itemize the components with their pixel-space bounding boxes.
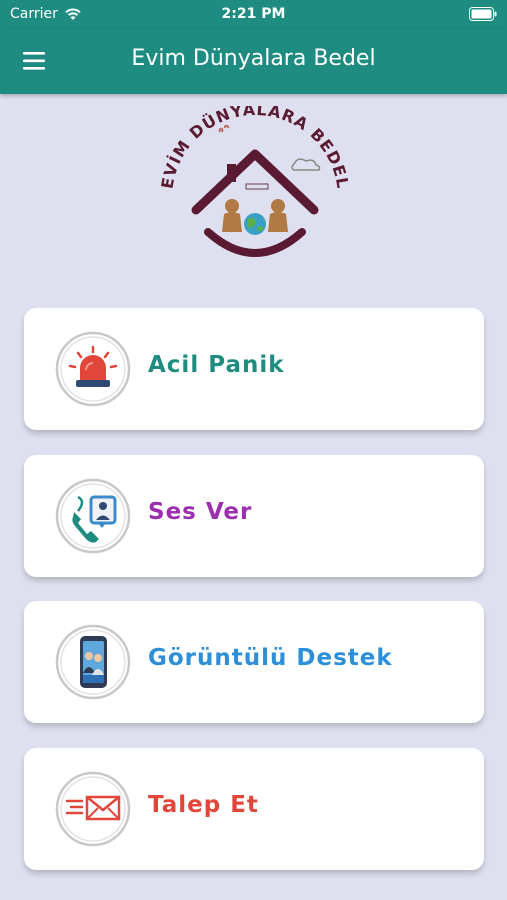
acil-panik-label: Acil Panik <box>148 352 285 378</box>
battery-icon <box>469 7 497 25</box>
goruntulu-destek-label: Görüntülü Destek <box>148 645 393 671</box>
talep-et-button[interactable]: Talep Et <box>24 748 484 870</box>
logo-text: EVİM DÜNYALARA BEDEL <box>157 106 351 190</box>
phone-call-icon <box>54 477 132 555</box>
page-title: Evim Dünyalara Bedel <box>131 46 376 71</box>
siren-alarm-icon <box>54 330 132 408</box>
clock: 2:21 PM <box>221 6 286 22</box>
goruntulu-destek-button[interactable]: Görüntülü Destek <box>24 601 484 723</box>
ses-ver-label: Ses Ver <box>148 499 253 525</box>
svg-text:EVİM DÜNYALARA BEDEL: EVİM DÜNYALARA BEDEL <box>157 106 352 190</box>
video-call-phone-icon <box>54 623 132 701</box>
talep-et-label: Talep Et <box>148 792 259 818</box>
ses-ver-button[interactable]: Ses Ver <box>24 455 484 577</box>
app-bar: Evim Dünyalara Bedel <box>0 28 507 94</box>
send-mail-icon <box>54 770 132 848</box>
app-logo: EVİM DÜNYALARA BEDEL <box>157 106 352 257</box>
status-bar: Carrier 2:21 PM <box>0 0 507 28</box>
acil-panik-button[interactable]: Acil Panik <box>24 308 484 430</box>
